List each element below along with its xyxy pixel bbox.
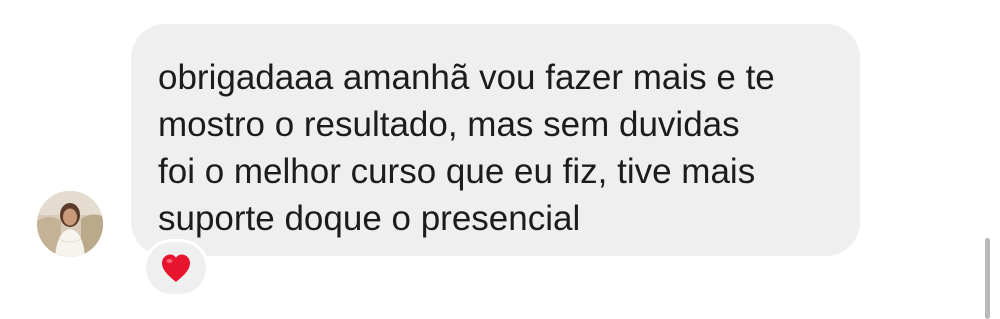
message-line: mostro o resultado, mas sem duvidas — [158, 105, 740, 144]
message-line: foi o melhor curso que eu fiz, tive mais — [158, 152, 756, 191]
scrollbar[interactable] — [985, 238, 990, 319]
heart-icon — [162, 254, 190, 282]
avatar[interactable] — [37, 191, 103, 257]
message-bubble[interactable]: obrigadaaa amanhã vou fazer mais e te mo… — [131, 24, 860, 256]
message-line: suporte doque o presencial — [158, 199, 581, 238]
message-line: obrigadaaa amanhã vou fazer mais e te — [158, 58, 775, 97]
chat-thread: obrigadaaa amanhã vou fazer mais e te mo… — [0, 0, 1000, 319]
avatar-photo — [37, 191, 103, 257]
reaction-badge[interactable] — [143, 239, 209, 297]
